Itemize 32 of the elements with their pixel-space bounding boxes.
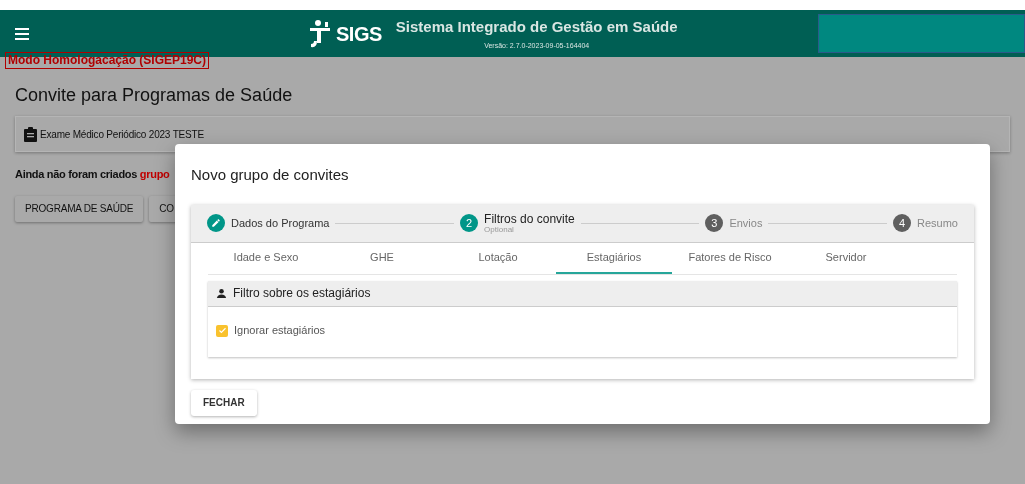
step-label: Resumo xyxy=(917,217,958,229)
filter-tab[interactable]: Estagiários xyxy=(556,242,672,274)
filter-tab[interactable]: Lotação xyxy=(440,242,556,274)
clipboard-icon xyxy=(24,126,37,142)
step-number: 4 xyxy=(893,214,911,232)
page-button[interactable]: PROGRAMA DE SAÚDE xyxy=(15,195,144,222)
logo-text: SIGS xyxy=(336,21,382,47)
menu-icon[interactable] xyxy=(15,27,29,40)
notice-text: Ainda não foram criados grupo xyxy=(15,167,170,182)
step-label: Filtros do convite xyxy=(484,212,575,225)
filter-tab[interactable]: Fatores de Risco xyxy=(672,242,788,274)
filter-tab[interactable]: Servidor xyxy=(788,242,904,274)
logo-figure-icon xyxy=(310,18,332,49)
filter-tab[interactable]: GHE xyxy=(324,242,440,274)
program-name: Exame Médico Periódico 2023 TESTE xyxy=(40,127,204,142)
mode-badge: Modo Homologacação (SIGEP19C) xyxy=(5,52,210,69)
ignore-checkbox[interactable]: Ignorar estagiários xyxy=(208,306,957,355)
page-title: Convite para Programas de Saúde xyxy=(15,84,294,107)
app-title: Sistema Integrado de Gestão em Saúde xyxy=(395,16,678,37)
step-sublabel: Optional xyxy=(484,225,515,234)
close-button[interactable]: FECHAR xyxy=(191,389,257,416)
section-title: Filtro sobre os estagiários xyxy=(233,285,371,302)
stepper-step[interactable]: 3 Envios xyxy=(705,214,763,232)
step-label: Envios xyxy=(729,217,763,229)
filter-tab[interactable]: Idade e Sexo xyxy=(208,242,324,274)
stepper-step[interactable]: 4 Resumo xyxy=(893,214,958,232)
dialog-title: Novo grupo de convites xyxy=(191,165,350,185)
stepper-step[interactable]: Dados do Programa xyxy=(207,214,330,232)
step-number: 3 xyxy=(705,214,724,232)
step-label: Dados do Programa xyxy=(231,217,330,229)
person-icon xyxy=(216,287,227,299)
step-number: 2 xyxy=(460,214,479,232)
